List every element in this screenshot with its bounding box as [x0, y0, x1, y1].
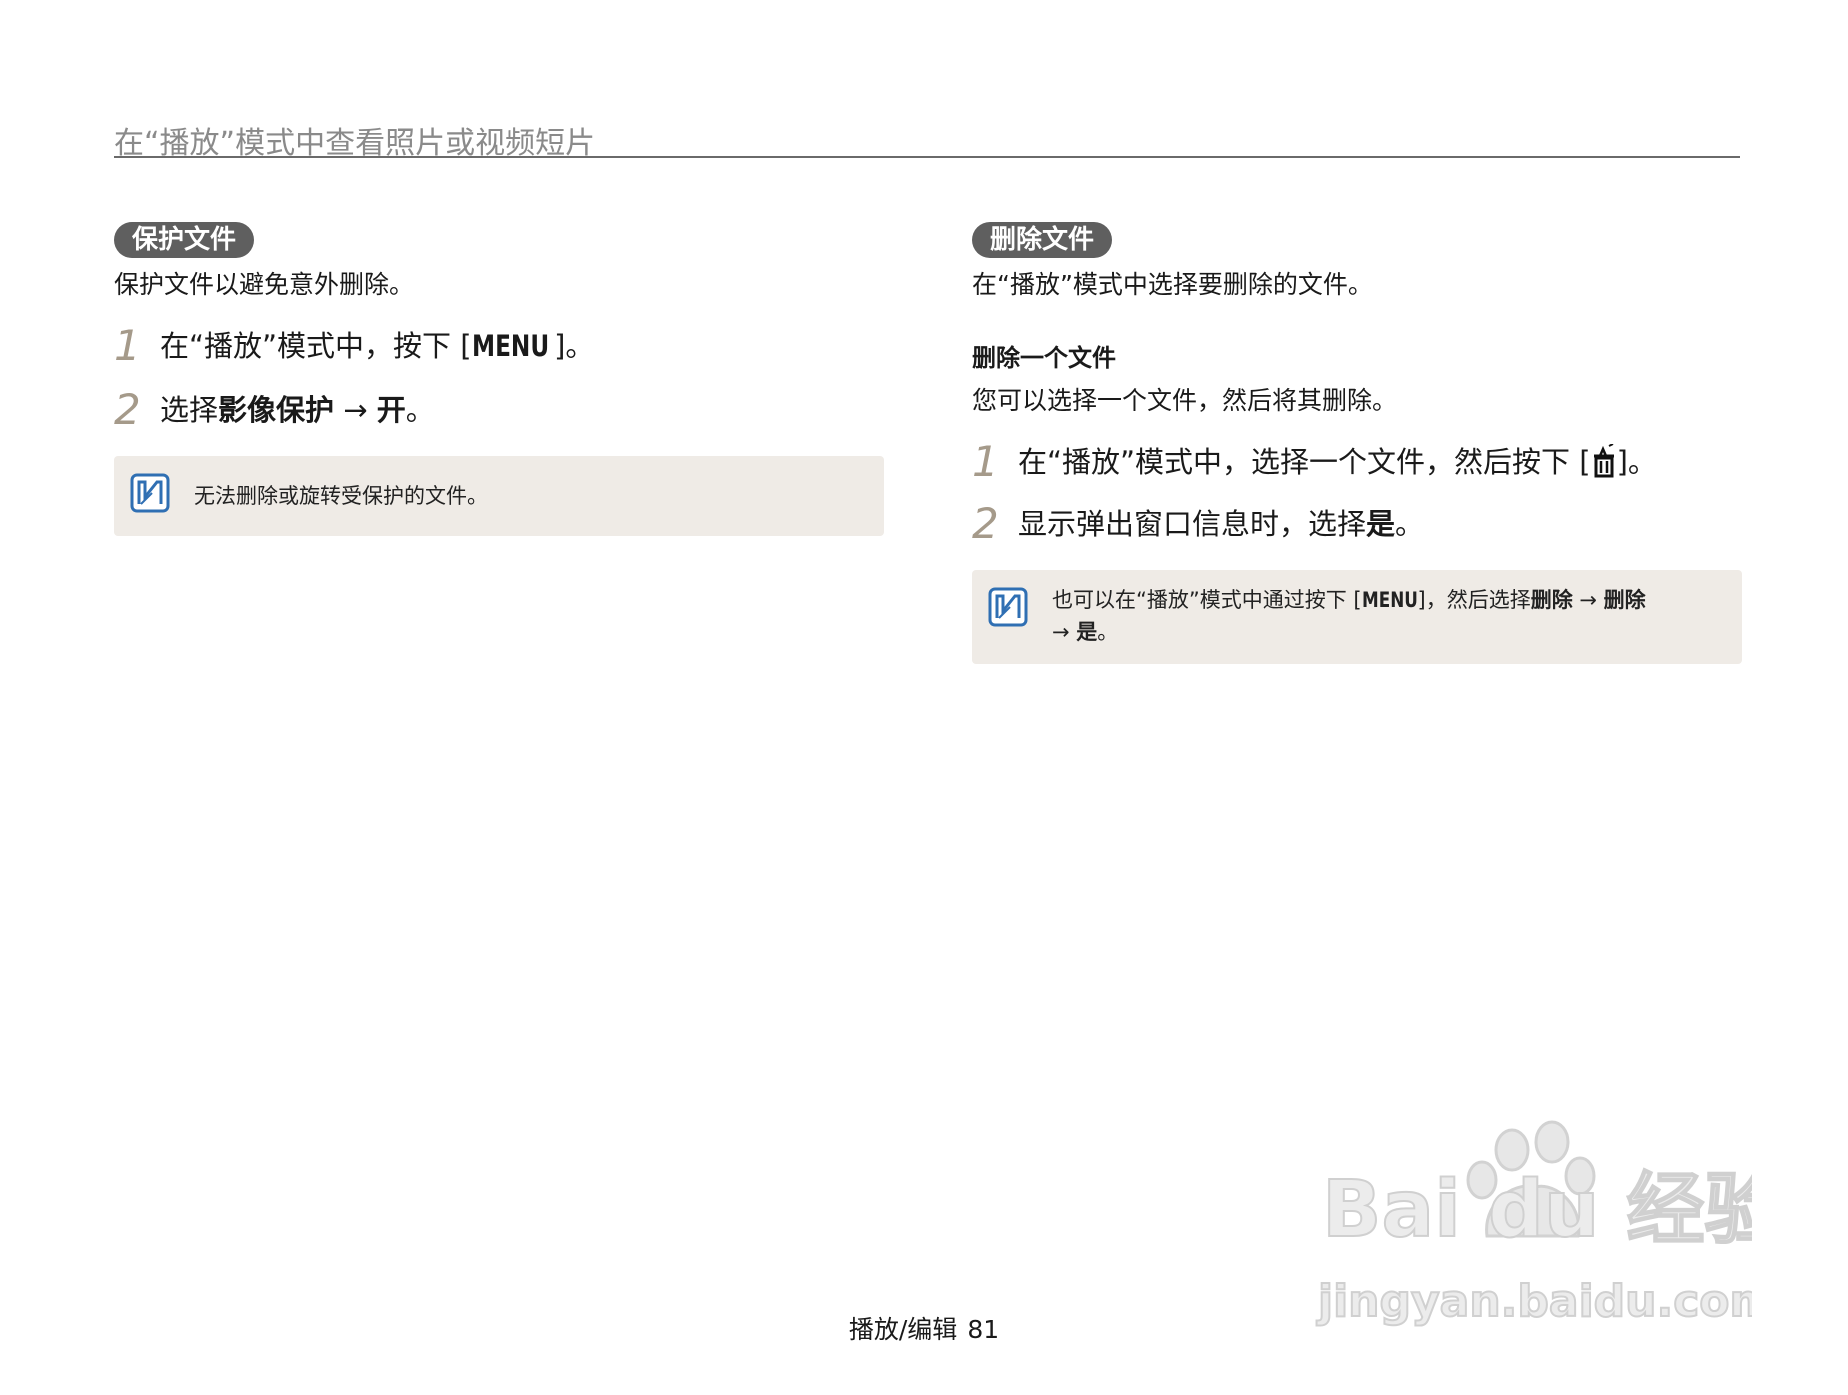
- protect-intro: 保护文件以避免意外删除。: [114, 270, 415, 299]
- arrow: →: [334, 393, 377, 427]
- menu-key-label: MENU: [471, 329, 549, 363]
- note-icon: [130, 473, 170, 513]
- section-heading-delete: 删除文件: [972, 222, 1113, 258]
- protect-files-section: 保护文件 保护文件以避免意外删除。 1 在“播放”模式中，按下 [MENU]。 …: [114, 222, 884, 536]
- step-number: 2: [114, 385, 141, 434]
- section-heading-protect: 保护文件: [114, 222, 255, 258]
- step-number: 1: [114, 321, 141, 370]
- delete-intro: 在“播放”模式中选择要删除的文件。: [972, 270, 1373, 299]
- baidu-watermark-logo: Bai du 经验 jingyan.baidu.com: [1315, 1120, 1752, 1328]
- step-text-end: 。: [405, 393, 435, 427]
- step-text: 选择: [160, 393, 219, 427]
- footer-section: 播放/编辑: [848, 1315, 958, 1344]
- step-text-end: ]。: [554, 329, 595, 363]
- menu-key-label: MENU: [1361, 588, 1418, 612]
- delete-note: 也可以在“播放”模式中通过按下 [MENU]，然后选择删除 → 删除 → 是。: [972, 570, 1742, 664]
- page-header: 在“播放”模式中查看照片或视频短片: [114, 118, 1740, 161]
- protect-step-2: 2 选择影像保护 → 开。: [114, 384, 884, 436]
- delete-step-2: 2 显示弹出窗口信息时，选择是。: [972, 498, 1742, 550]
- delete-step-1: 1 在“播放”模式中，选择一个文件，然后按下 [ ]。: [972, 436, 1742, 488]
- subsection-heading: 删除一个文件: [972, 344, 1116, 372]
- page-number: 81: [967, 1315, 1000, 1344]
- step-text: 显示弹出窗口信息时，选择: [1018, 507, 1367, 541]
- step-text: 在“播放”模式中，按下 [: [160, 329, 472, 363]
- menu-option-protect: 影像保护: [218, 393, 335, 427]
- step-text: 在“播放”模式中，选择一个文件，然后按下 [: [1018, 445, 1591, 479]
- subsection-desc: 您可以选择一个文件，然后将其删除。: [972, 386, 1398, 415]
- protect-note: 无法删除或旋转受保护的文件。: [114, 456, 884, 536]
- svg-text:Bai du 经验: Bai du 经验: [1322, 1165, 1752, 1255]
- delete-files-section: 删除文件 在“播放”模式中选择要删除的文件。 删除一个文件 您可以选择一个文件，…: [972, 222, 1742, 664]
- option-yes: 是: [1366, 507, 1396, 541]
- note-text: 无法删除或旋转受保护的文件。: [194, 484, 488, 508]
- page-title: 在“播放”模式中查看照片或视频短片: [114, 126, 596, 161]
- step-text-end: ]。: [1616, 445, 1657, 479]
- protect-step-1: 1 在“播放”模式中，按下 [MENU]。: [114, 320, 884, 372]
- step-number: 2: [972, 499, 999, 548]
- note-icon: [988, 587, 1028, 627]
- note-text: 也可以在“播放”模式中通过按下 [MENU]，然后选择删除 → 删除 → 是。: [1052, 570, 1682, 648]
- trash-icon: [1593, 444, 1614, 478]
- step-text-end: 。: [1395, 507, 1425, 541]
- menu-option-on: 开: [376, 393, 406, 427]
- svg-text:jingyan.baidu.com: jingyan.baidu.com: [1316, 1276, 1752, 1327]
- step-number: 1: [972, 437, 999, 486]
